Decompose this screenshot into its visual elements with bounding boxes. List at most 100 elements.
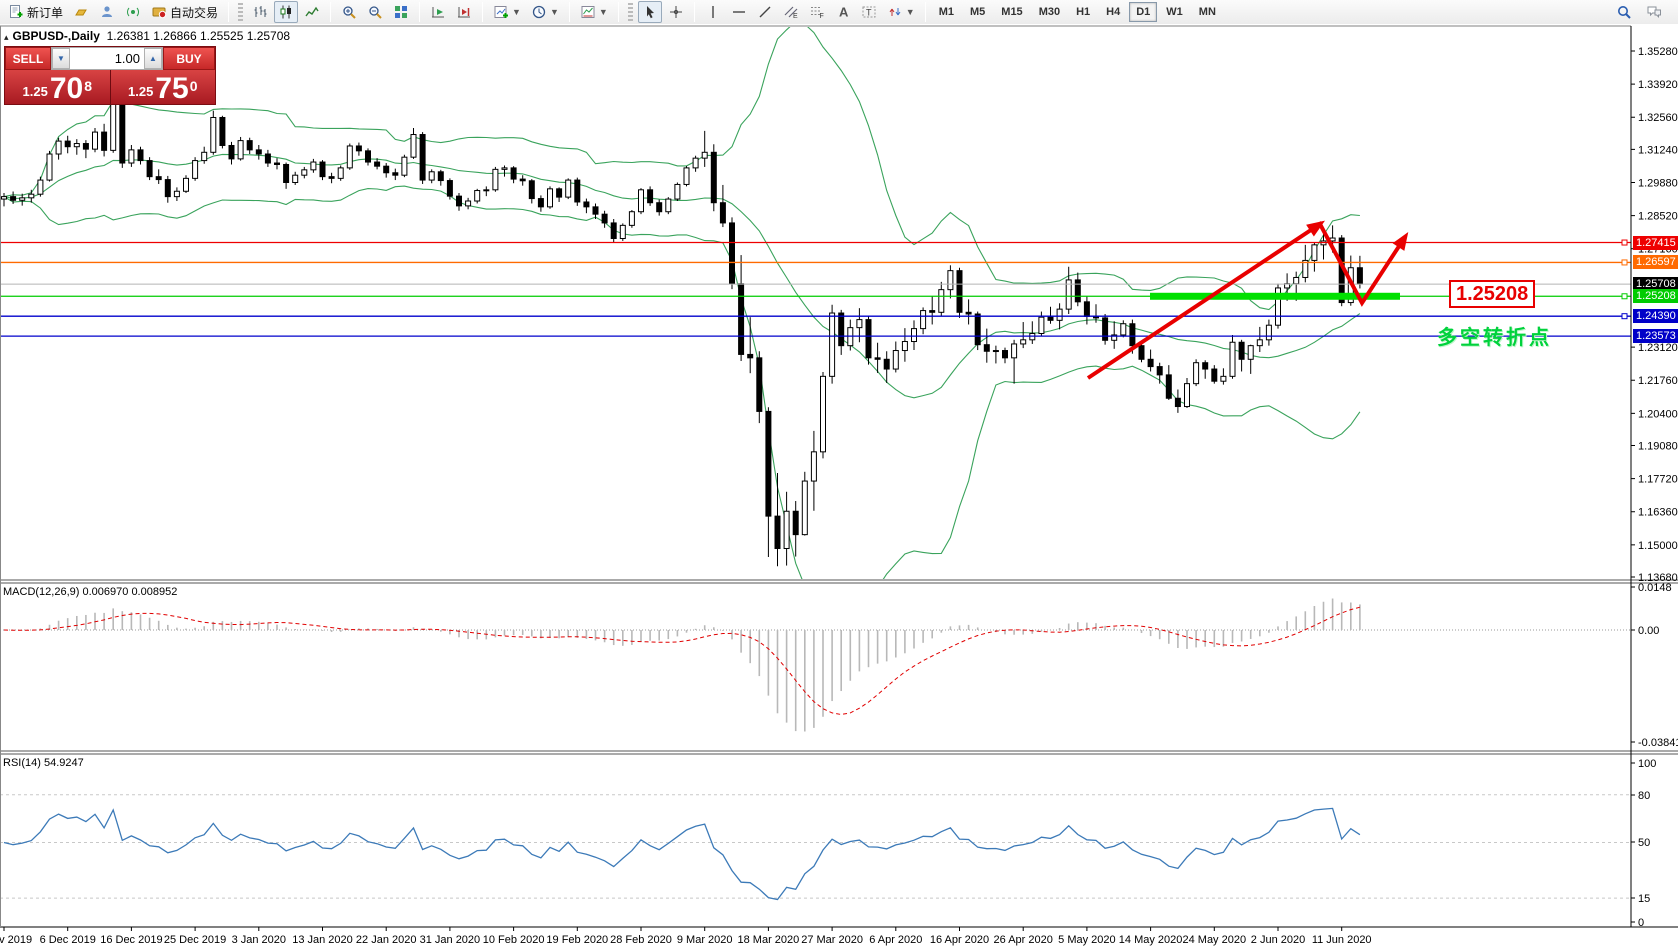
candle-body <box>275 163 280 164</box>
date-label: 11 Jun 2020 <box>1312 934 1372 946</box>
channel-icon: E <box>783 4 799 20</box>
candle-body <box>1021 340 1026 344</box>
candle-chart-icon <box>278 4 294 20</box>
price-annotation-box: 1.25208 <box>1449 280 1535 308</box>
candle-body <box>411 135 416 158</box>
candle-body <box>20 198 25 200</box>
timeframe-m1-button[interactable]: M1 <box>932 2 961 22</box>
line-anchor-handle[interactable] <box>1622 314 1627 319</box>
label-button[interactable]: T <box>857 1 881 23</box>
volume-decrease-button[interactable]: ▼ <box>52 48 70 69</box>
channel-button[interactable]: E <box>779 1 803 23</box>
candle-body <box>229 145 234 158</box>
crosshair-icon <box>668 4 684 20</box>
candle-body <box>1203 363 1208 369</box>
toolbar-grip[interactable] <box>628 3 633 21</box>
line-chart-button[interactable] <box>300 1 324 23</box>
candle-body <box>875 358 880 359</box>
zoom-in-button[interactable] <box>337 1 361 23</box>
trendline-icon <box>757 4 773 20</box>
line-anchor-handle[interactable] <box>1622 294 1627 299</box>
candle-body <box>366 151 371 162</box>
crosshair-button[interactable] <box>664 1 688 23</box>
volume-input[interactable] <box>70 48 144 69</box>
line-anchor-handle[interactable] <box>1622 240 1627 245</box>
candle-body <box>384 166 389 173</box>
buy-price-big: 75 <box>155 75 188 103</box>
templates-button[interactable]: ▼ <box>576 1 612 23</box>
new-order-button[interactable]: 新订单 <box>4 1 67 23</box>
candle-body <box>1130 324 1135 346</box>
timeframe-m15-button[interactable]: M15 <box>994 2 1029 22</box>
candle-body <box>757 358 762 412</box>
candle-body <box>1157 367 1162 375</box>
chat-icon <box>1646 4 1662 20</box>
chart-canvas[interactable]: 1.352801.339201.325601.312401.298801.285… <box>0 24 1678 947</box>
auto-scroll-button[interactable] <box>426 1 450 23</box>
candle-body <box>1166 375 1171 398</box>
candle-body <box>220 117 225 145</box>
candle-body <box>1148 359 1153 366</box>
trendline-button[interactable] <box>753 1 777 23</box>
timeframe-w1-button[interactable]: W1 <box>1159 2 1190 22</box>
timeframe-m5-button[interactable]: M5 <box>963 2 992 22</box>
timeframe-h1-button[interactable]: H1 <box>1069 2 1097 22</box>
axis-tick-label: 0.00 <box>1638 625 1659 637</box>
periods-icon <box>531 4 547 20</box>
candle-body <box>884 359 889 369</box>
bar-chart-icon <box>252 4 268 20</box>
community-button[interactable] <box>95 1 119 23</box>
bar-chart-button[interactable] <box>248 1 272 23</box>
volume-increase-button[interactable]: ▲ <box>144 48 162 69</box>
axis-tick-label: 1.29880 <box>1638 178 1678 190</box>
timeframe-m30-button[interactable]: M30 <box>1032 2 1067 22</box>
shapes-button[interactable]: ▼ <box>883 1 919 23</box>
candlestick-chart-button[interactable] <box>274 1 298 23</box>
candle-body <box>420 135 425 181</box>
cursor-button[interactable] <box>638 1 662 23</box>
candle-body <box>793 511 798 534</box>
candle-body <box>120 99 125 163</box>
axis-tick-label: 1.28520 <box>1638 211 1678 223</box>
signals-button[interactable] <box>121 1 145 23</box>
axis-tick-label: 50 <box>1638 837 1650 849</box>
panel-toggle-icon[interactable]: ▴ <box>4 32 9 42</box>
candle-body <box>1039 317 1044 333</box>
vertical-line-button[interactable] <box>701 1 725 23</box>
candle-body <box>311 162 316 170</box>
candle-body <box>502 168 507 169</box>
timeframe-d1-button[interactable]: D1 <box>1129 2 1157 22</box>
chevron-down-icon: ▼ <box>906 7 915 17</box>
candle-body <box>648 190 653 203</box>
horizontal-line-button[interactable] <box>727 1 751 23</box>
candle-body <box>1230 342 1235 376</box>
search-button[interactable] <box>1612 1 1636 23</box>
buy-price-quote[interactable]: 1.25 75 0 <box>111 70 216 104</box>
toolbar-grip[interactable] <box>238 3 243 21</box>
indicators-button[interactable]: ▼ <box>489 1 525 23</box>
sell-price-quote[interactable]: 1.25 70 8 <box>5 70 110 104</box>
candle-body <box>493 169 498 189</box>
fibonacci-button[interactable]: F <box>805 1 829 23</box>
tile-windows-button[interactable] <box>389 1 413 23</box>
gold-chart-button[interactable] <box>69 1 93 23</box>
chart-shift-button[interactable] <box>452 1 476 23</box>
candle-body <box>356 146 361 151</box>
autotrading-icon <box>151 4 167 20</box>
periods-button[interactable]: ▼ <box>527 1 563 23</box>
svg-text:E: E <box>793 13 798 20</box>
auto-scroll-icon <box>430 4 446 20</box>
chat-button[interactable] <box>1642 1 1666 23</box>
candle-body <box>1294 277 1299 283</box>
candle-body <box>730 223 735 284</box>
autotrading-button[interactable]: 自动交易 <box>147 1 222 23</box>
line-anchor-handle[interactable] <box>1622 260 1627 265</box>
zoom-out-button[interactable] <box>363 1 387 23</box>
candle-body <box>1012 344 1017 358</box>
timeframe-h4-button[interactable]: H4 <box>1099 2 1127 22</box>
sell-button[interactable]: SELL <box>5 47 51 70</box>
timeframe-mn-button[interactable]: MN <box>1192 2 1223 22</box>
buy-button[interactable]: BUY <box>163 47 215 70</box>
text-button[interactable]: A <box>831 1 855 23</box>
candle-body <box>1084 302 1089 317</box>
